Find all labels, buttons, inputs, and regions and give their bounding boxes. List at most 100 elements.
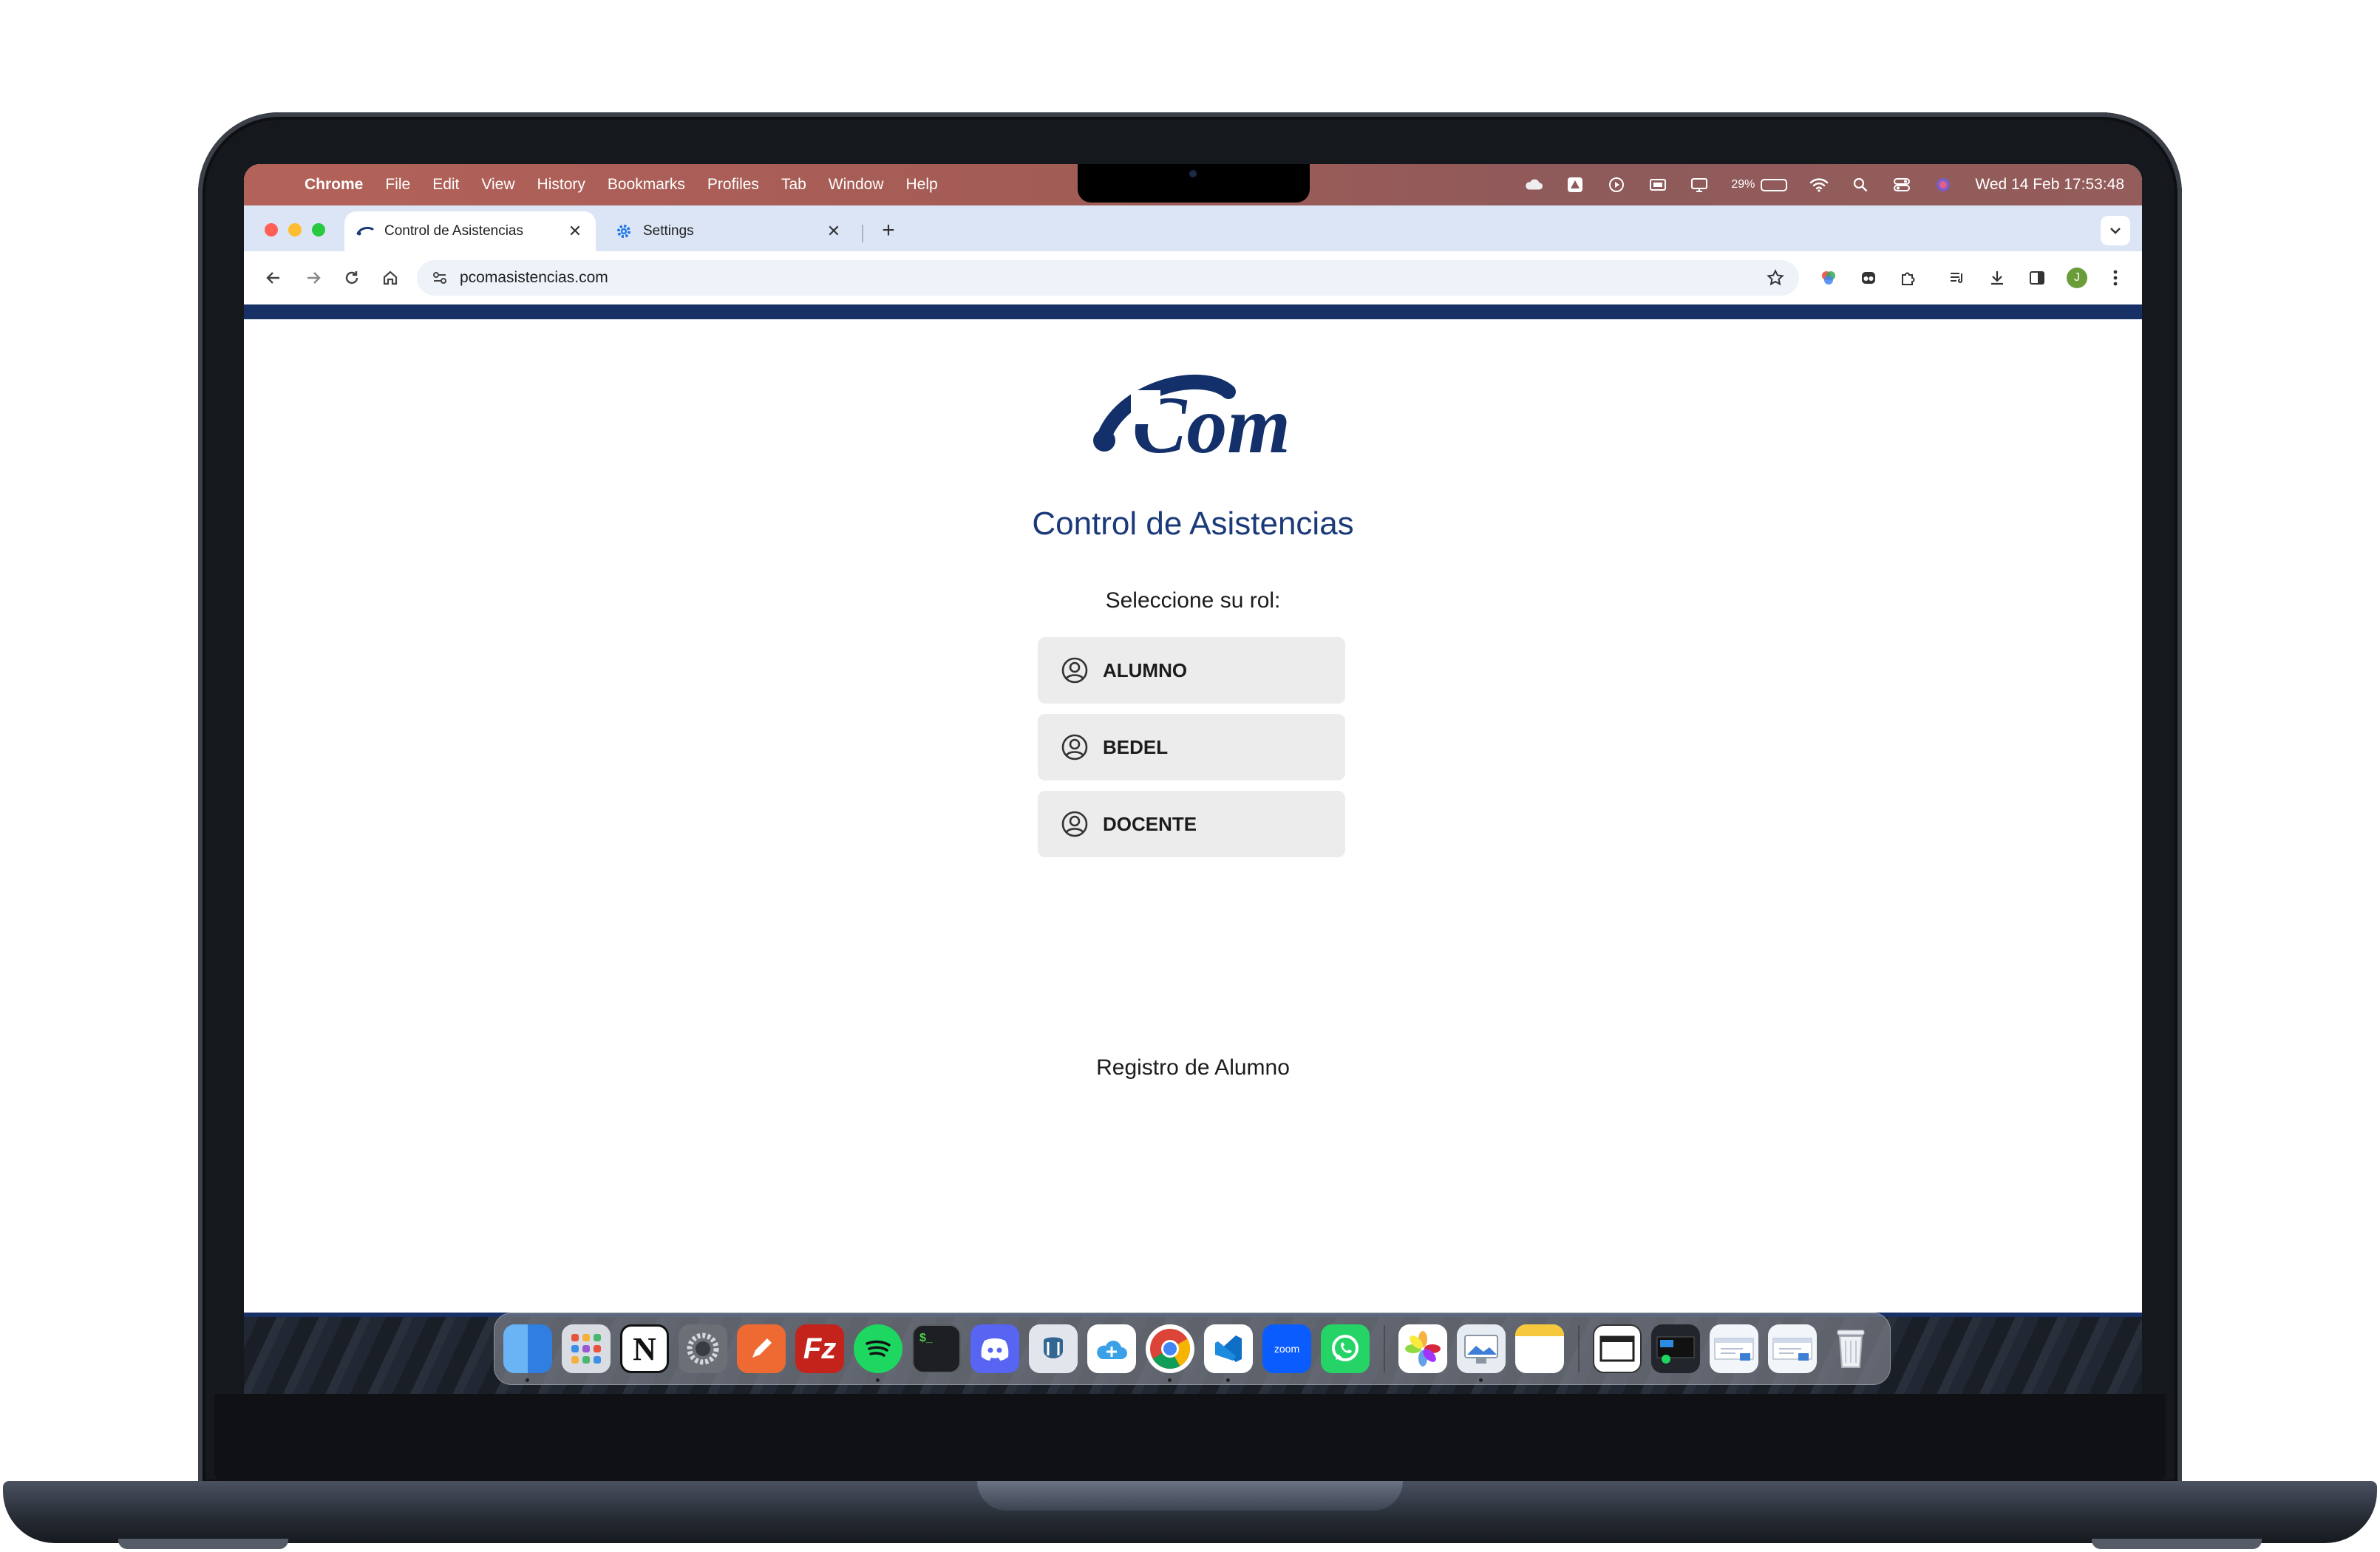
running-indicator: [1479, 1378, 1483, 1382]
filezilla-icon[interactable]: Fz: [795, 1324, 844, 1373]
terminal-icon[interactable]: $_: [912, 1324, 961, 1373]
launchpad-icon[interactable]: [562, 1324, 611, 1373]
trash-icon[interactable]: [1826, 1324, 1875, 1373]
vscode-icon[interactable]: [1204, 1324, 1253, 1382]
menu-help[interactable]: Help: [906, 176, 938, 194]
notion-icon[interactable]: N: [620, 1324, 669, 1373]
menu-window[interactable]: Window: [829, 176, 884, 194]
tab-control-de-asistencias[interactable]: Control de Asistencias ✕: [344, 211, 596, 251]
browser-window-thumbnail-icon[interactable]: [1710, 1324, 1758, 1373]
close-window-button[interactable]: [265, 223, 278, 236]
bookmark-star-icon[interactable]: [1759, 262, 1792, 294]
reload-icon: [345, 271, 358, 285]
user-circle-icon: [1060, 656, 1089, 685]
menubar-clock[interactable]: Wed 14 Feb 17:53:48: [1975, 176, 2124, 194]
url-text: pcomasistencias.com: [460, 269, 608, 286]
new-tab-button[interactable]: +: [874, 216, 903, 245]
camera-notch: [1078, 164, 1310, 202]
cloud-puzzle-icon[interactable]: [1087, 1324, 1136, 1373]
chrome-browser-icon[interactable]: [1146, 1324, 1194, 1382]
finder-icon[interactable]: [503, 1324, 552, 1382]
side-panel-icon[interactable]: [2024, 265, 2050, 291]
zoom-icon[interactable]: zoom: [1262, 1324, 1311, 1373]
play-circle-icon[interactable]: [1607, 177, 1626, 193]
register-student-link[interactable]: Registro de Alumno: [244, 1055, 2142, 1080]
photos-icon[interactable]: [1398, 1324, 1447, 1373]
notes-icon[interactable]: [1515, 1324, 1564, 1373]
role-bedel-button[interactable]: BEDEL: [1038, 714, 1345, 780]
role-docente-button[interactable]: DOCENTE: [1038, 791, 1345, 857]
preview-icon[interactable]: [1457, 1324, 1506, 1382]
spotlight-search-icon[interactable]: [1851, 177, 1870, 193]
browser-window-thumbnail-icon[interactable]: [1768, 1324, 1817, 1373]
screen: Chrome File Edit View History Bookmarks …: [244, 164, 2142, 1394]
forward-button[interactable]: [300, 265, 327, 291]
incognito-extension-icon[interactable]: [1855, 265, 1882, 291]
laptop-hinge-groove: [977, 1481, 1403, 1511]
color-extension-icon[interactable]: [1815, 265, 1842, 291]
menu-profiles[interactable]: Profiles: [707, 176, 759, 194]
menu-edit[interactable]: Edit: [432, 176, 459, 194]
role-label: BEDEL: [1103, 735, 1169, 758]
battery-status[interactable]: 29%: [1731, 178, 1788, 191]
role-prompt: Seleccione su rol:: [1105, 588, 1281, 613]
role-label: ALUMNO: [1103, 658, 1188, 681]
tab-strip: Control de Asistencias ✕ Settings ✕ +: [244, 205, 2142, 251]
battery-icon: [1761, 178, 1788, 191]
tab-settings[interactable]: Settings ✕: [603, 211, 854, 251]
menu-view[interactable]: View: [481, 176, 514, 194]
com-logo: Com: [1093, 374, 1291, 469]
running-indicator: [1226, 1378, 1230, 1382]
address-bar[interactable]: pcomasistencias.com: [417, 260, 1799, 296]
profile-avatar-button[interactable]: J: [2064, 265, 2090, 291]
zoom-window-button[interactable]: [312, 223, 325, 236]
discord-icon[interactable]: [970, 1324, 1019, 1373]
running-indicator: [876, 1378, 880, 1382]
dock-divider: [1384, 1325, 1385, 1372]
tab-divider: [862, 225, 863, 242]
wifi-icon[interactable]: [1809, 177, 1829, 193]
chrome-menu-icon[interactable]: [2102, 265, 2129, 291]
spotify-icon[interactable]: [854, 1324, 902, 1382]
laptop-foot-left: [118, 1539, 288, 1549]
home-button[interactable]: [377, 265, 404, 291]
site-info-icon[interactable]: [429, 267, 451, 289]
siri-icon[interactable]: [1934, 177, 1953, 193]
window-thumbnail-icon[interactable]: [1593, 1324, 1642, 1373]
close-tab-icon[interactable]: ✕: [566, 222, 584, 241]
menu-bookmarks[interactable]: Bookmarks: [608, 176, 685, 194]
postgres-elephant-icon[interactable]: [1029, 1324, 1078, 1373]
close-tab-icon[interactable]: ✕: [825, 222, 843, 241]
menu-file[interactable]: File: [385, 176, 410, 194]
zoom-label: zoom: [1274, 1343, 1300, 1355]
spotify-window-thumbnail-icon[interactable]: [1651, 1324, 1700, 1373]
system-settings-gear-icon[interactable]: [679, 1324, 727, 1373]
reading-list-icon[interactable]: [1944, 265, 1971, 291]
menu-app-name[interactable]: Chrome: [305, 176, 363, 194]
running-indicator: [526, 1378, 529, 1382]
user-circle-icon: [1060, 732, 1089, 762]
role-alumno-button[interactable]: ALUMNO: [1038, 637, 1345, 704]
chevron-down-icon: [2110, 228, 2121, 234]
drive-icon[interactable]: [1565, 177, 1585, 193]
page-content: Com Control de Asistencias Seleccione su…: [244, 319, 2142, 1313]
window-icon[interactable]: [1648, 177, 1667, 193]
pen-app-icon[interactable]: [737, 1324, 786, 1373]
tab-search-button[interactable]: [2101, 216, 2130, 245]
window-controls: [265, 223, 325, 236]
back-button[interactable]: [260, 265, 287, 291]
tab-title: Control de Asistencias: [384, 223, 523, 239]
control-center-icon[interactable]: [1892, 177, 1911, 193]
tab-title: Settings: [643, 223, 694, 239]
extensions-puzzle-icon[interactable]: [1895, 265, 1922, 291]
reload-button[interactable]: [339, 265, 365, 291]
download-icon[interactable]: [1984, 265, 2010, 291]
com-favicon-icon: [356, 222, 374, 240]
minimize-window-button[interactable]: [288, 223, 302, 236]
menu-tab[interactable]: Tab: [781, 176, 806, 194]
menu-history[interactable]: History: [537, 176, 585, 194]
display-icon[interactable]: [1690, 177, 1709, 193]
whatsapp-icon[interactable]: [1321, 1324, 1370, 1373]
cloud-icon[interactable]: [1524, 177, 1543, 193]
user-circle-icon: [1060, 809, 1089, 839]
